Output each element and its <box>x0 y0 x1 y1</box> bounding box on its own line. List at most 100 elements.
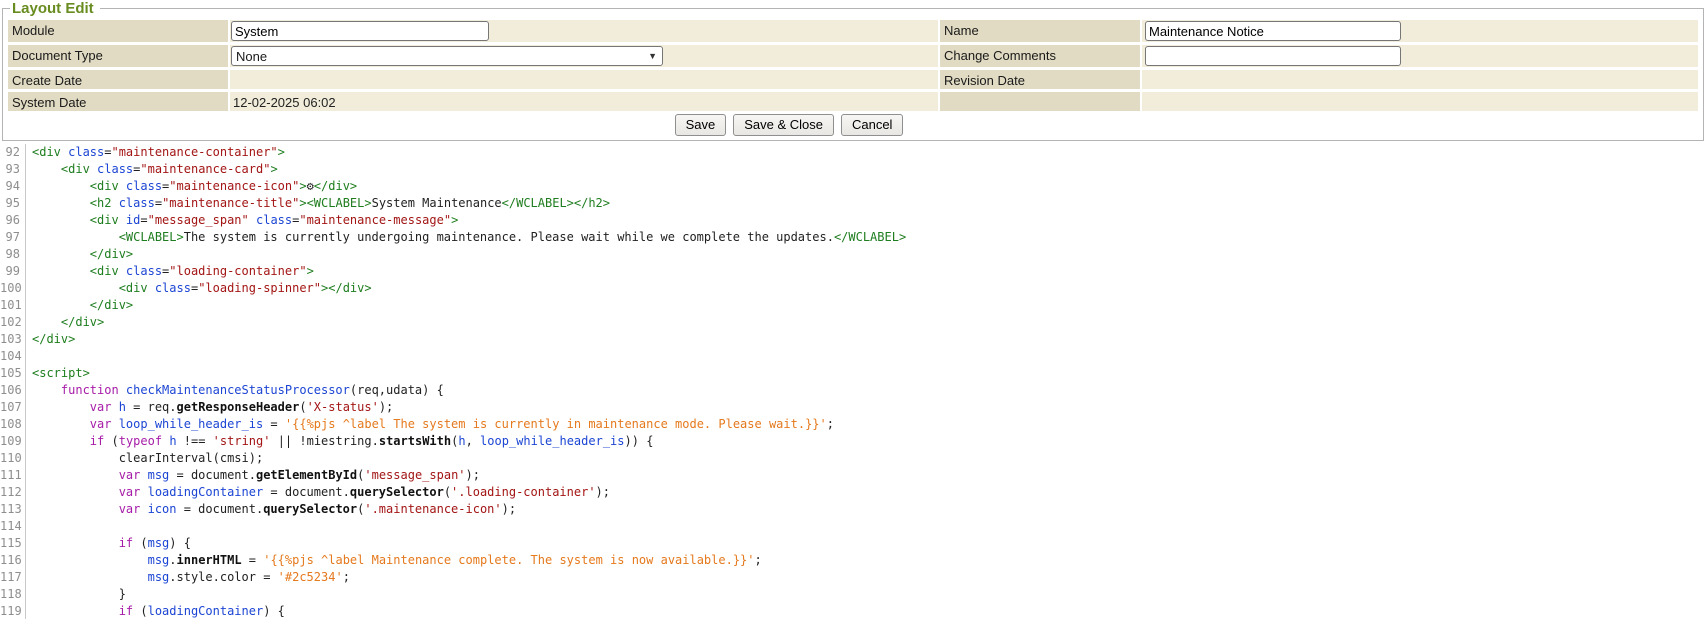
line-number: 103 <box>0 331 26 348</box>
code-editor[interactable]: 92<div class="maintenance-container">93 … <box>0 144 1706 619</box>
code-text <box>26 348 32 365</box>
cancel-button[interactable]: Cancel <box>841 114 903 136</box>
code-text <box>26 518 32 535</box>
code-line: 112 var loadingContainer = document.quer… <box>0 484 1706 501</box>
save-button[interactable]: Save <box>675 114 727 136</box>
line-number: 96 <box>0 212 26 229</box>
code-text: if (typeof h !== 'string' || !miestring.… <box>26 433 653 450</box>
code-line: 113 var icon = document.querySelector('.… <box>0 501 1706 518</box>
code-text: </div> <box>26 314 104 331</box>
module-input[interactable] <box>231 21 489 41</box>
change-comments-input[interactable] <box>1145 46 1401 66</box>
code-text: <div class="maintenance-card"> <box>26 161 278 178</box>
line-number: 102 <box>0 314 26 331</box>
change-comments-value-cell <box>1142 45 1698 67</box>
module-value-cell <box>230 20 938 42</box>
line-number: 114 <box>0 518 26 535</box>
line-number: 111 <box>0 467 26 484</box>
create-date-label: Create Date <box>8 70 228 89</box>
code-line: 100 <div class="loading-spinner"></div> <box>0 280 1706 297</box>
code-text: if (loadingContainer) { <box>26 603 285 619</box>
code-text: function checkMaintenanceStatusProcessor… <box>26 382 444 399</box>
code-text: var icon = document.querySelector('.main… <box>26 501 516 518</box>
code-text: <WCLABEL>The system is currently undergo… <box>26 229 906 246</box>
name-input[interactable] <box>1145 21 1401 41</box>
system-date-value: 12-02-2025 06:02 <box>230 92 938 110</box>
line-number: 119 <box>0 603 26 619</box>
code-text: var h = req.getResponseHeader('X-status'… <box>26 399 393 416</box>
system-date-label: System Date <box>8 92 228 111</box>
code-text: <div id="message_span" class="maintenanc… <box>26 212 458 229</box>
name-label: Name <box>940 20 1140 42</box>
chevron-down-icon: ▼ <box>648 51 657 61</box>
code-line: 94 <div class="maintenance-icon">⚙</div> <box>0 178 1706 195</box>
line-number: 118 <box>0 586 26 603</box>
system-date-value-cell: 12-02-2025 06:02 <box>230 92 938 111</box>
line-number: 115 <box>0 535 26 552</box>
line-number: 112 <box>0 484 26 501</box>
document-type-select[interactable]: None ▼ <box>231 46 663 66</box>
line-number: 109 <box>0 433 26 450</box>
line-number: 98 <box>0 246 26 263</box>
code-line: 115 if (msg) { <box>0 535 1706 552</box>
code-line: 116 msg.innerHTML = '{{%pjs ^label Maint… <box>0 552 1706 569</box>
name-value-cell <box>1142 20 1698 42</box>
line-number: 100 <box>0 280 26 297</box>
line-number: 107 <box>0 399 26 416</box>
code-line: 117 msg.style.color = '#2c5234'; <box>0 569 1706 586</box>
line-number: 105 <box>0 365 26 382</box>
code-text: clearInterval(cmsi); <box>26 450 263 467</box>
code-line: 97 <WCLABEL>The system is currently unde… <box>0 229 1706 246</box>
code-line: 104 <box>0 348 1706 365</box>
document-type-selected-value: None <box>236 49 267 64</box>
code-text: if (msg) { <box>26 535 191 552</box>
code-line: 109 if (typeof h !== 'string' || !miestr… <box>0 433 1706 450</box>
layout-edit-fieldset: Layout Edit Module Name Document Type No… <box>2 0 1704 141</box>
line-number: 97 <box>0 229 26 246</box>
line-number: 116 <box>0 552 26 569</box>
code-line: 106 function checkMaintenanceStatusProce… <box>0 382 1706 399</box>
line-number: 93 <box>0 161 26 178</box>
code-line: 96 <div id="message_span" class="mainten… <box>0 212 1706 229</box>
code-line: 99 <div class="loading-container"> <box>0 263 1706 280</box>
change-comments-label: Change Comments <box>940 45 1140 67</box>
code-line: 114 <box>0 518 1706 535</box>
code-line: 119 if (loadingContainer) { <box>0 603 1706 619</box>
code-text: <div class="loading-spinner"></div> <box>26 280 372 297</box>
line-number: 101 <box>0 297 26 314</box>
line-number: 95 <box>0 195 26 212</box>
line-number: 108 <box>0 416 26 433</box>
page-title: Layout Edit <box>10 0 100 17</box>
code-text: var msg = document.getElementById('messa… <box>26 467 480 484</box>
code-line: 92<div class="maintenance-container"> <box>0 144 1706 161</box>
empty-label-cell <box>940 92 1140 111</box>
code-line: 118 } <box>0 586 1706 603</box>
code-text: <h2 class="maintenance-title"><WCLABEL>S… <box>26 195 610 212</box>
code-text: msg.innerHTML = '{{%pjs ^label Maintenan… <box>26 552 762 569</box>
code-text: var loadingContainer = document.querySel… <box>26 484 610 501</box>
module-label: Module <box>8 20 228 42</box>
button-row: Save Save & Close Cancel <box>8 114 1698 136</box>
code-line: 103</div> <box>0 331 1706 348</box>
code-text: </div> <box>26 331 75 348</box>
code-line: 102 </div> <box>0 314 1706 331</box>
line-number: 117 <box>0 569 26 586</box>
line-number: 113 <box>0 501 26 518</box>
create-date-value <box>230 70 938 89</box>
layout-edit-form: Module Name Document Type None ▼ Change … <box>8 20 1698 111</box>
code-line: 108 var loop_while_header_is = '{{%pjs ^… <box>0 416 1706 433</box>
empty-value-cell <box>1142 92 1698 111</box>
revision-date-label: Revision Date <box>940 70 1140 89</box>
line-number: 92 <box>0 144 26 161</box>
code-line: 93 <div class="maintenance-card"> <box>0 161 1706 178</box>
save-and-close-button[interactable]: Save & Close <box>733 114 834 136</box>
document-type-label: Document Type <box>8 45 228 67</box>
code-text: var loop_while_header_is = '{{%pjs ^labe… <box>26 416 834 433</box>
code-text: <script> <box>26 365 90 382</box>
code-text: </div> <box>26 246 133 263</box>
code-line: 101 </div> <box>0 297 1706 314</box>
line-number: 94 <box>0 178 26 195</box>
line-number: 106 <box>0 382 26 399</box>
code-line: 105<script> <box>0 365 1706 382</box>
code-text: <div class="maintenance-container"> <box>26 144 285 161</box>
